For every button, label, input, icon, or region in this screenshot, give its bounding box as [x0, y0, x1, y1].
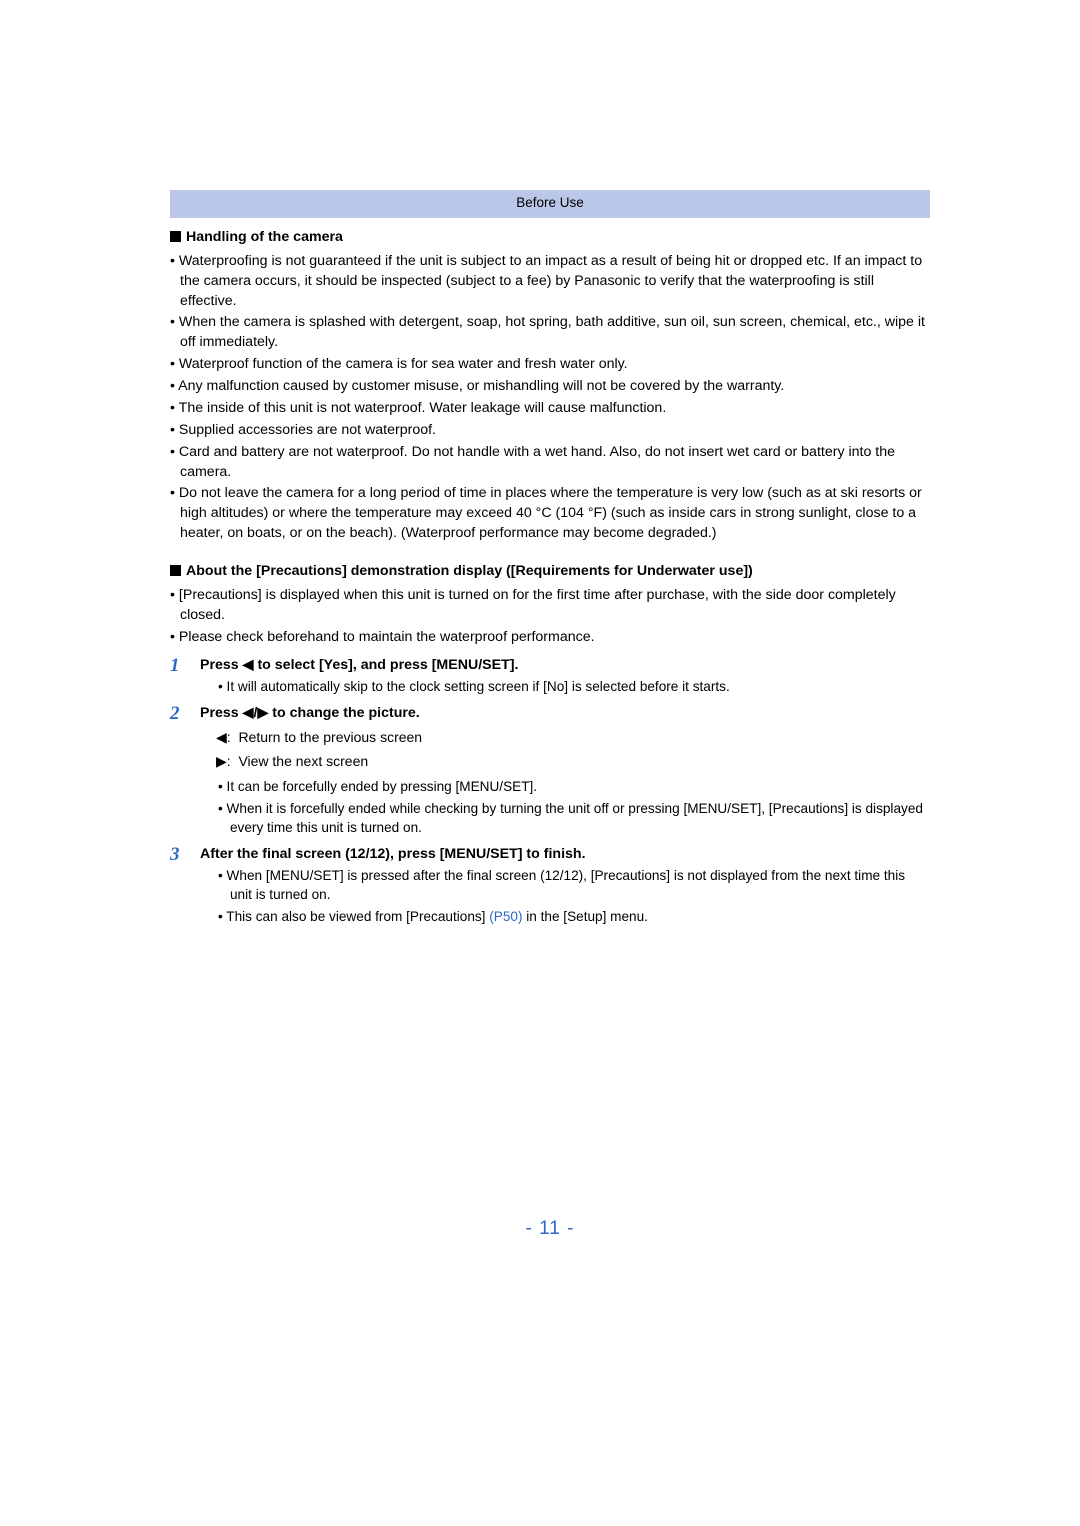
arrow-right-row: ▶: View the next screen	[216, 752, 930, 772]
text: This can also be viewed from [Precaution…	[226, 909, 489, 924]
step-title: After the final screen (12/12), press [M…	[200, 845, 930, 865]
list-item: It can be forcefully ended by pressing […	[218, 777, 930, 796]
step-number: 1	[170, 653, 180, 680]
step-2: 2 Press ◀/▶ to change the picture. ◀: Re…	[170, 704, 930, 836]
list-item: [Precautions] is displayed when this uni…	[170, 586, 930, 626]
list-item: Card and battery are not waterproof. Do …	[170, 443, 930, 483]
manual-page: Before Use Handling of the camera Waterp…	[0, 0, 1080, 1302]
step-number: 3	[170, 842, 180, 869]
heading-handling: Handling of the camera	[170, 228, 930, 248]
list-item: When [MENU/SET] is pressed after the fin…	[218, 866, 930, 904]
text: in the [Setup] menu.	[522, 909, 647, 924]
step-sub: It will automatically skip to the clock …	[200, 677, 930, 696]
step-sub: When [MENU/SET] is pressed after the fin…	[200, 866, 930, 925]
arrow-left-row: ◀: Return to the previous screen	[216, 728, 930, 748]
heading-text: About the [Precautions] demonstration di…	[186, 563, 753, 579]
step-sub: It can be forcefully ended by pressing […	[200, 777, 930, 836]
step-title: Press ◀/▶ to change the picture.	[200, 704, 930, 724]
page-number: - 11 -	[170, 1216, 930, 1243]
handling-bullets: Waterproofing is not guaranteed if the u…	[170, 252, 930, 544]
page-ref-link[interactable]: (P50)	[489, 909, 522, 924]
list-item: This can also be viewed from [Precaution…	[218, 907, 930, 926]
list-item: Waterproofing is not guaranteed if the u…	[170, 252, 930, 312]
heading-precautions: About the [Precautions] demonstration di…	[170, 562, 930, 582]
precautions-bullets: [Precautions] is displayed when this uni…	[170, 586, 930, 648]
step-title: Press ◀ to select [Yes], and press [MENU…	[200, 656, 930, 676]
list-item: When it is forcefully ended while checki…	[218, 799, 930, 837]
list-item: The inside of this unit is not waterproo…	[170, 399, 930, 419]
square-bullet-icon	[170, 231, 181, 242]
square-bullet-icon	[170, 565, 181, 576]
steps-list: 1 Press ◀ to select [Yes], and press [ME…	[170, 656, 930, 926]
step-1: 1 Press ◀ to select [Yes], and press [ME…	[170, 656, 930, 697]
list-item: Please check beforehand to maintain the …	[170, 628, 930, 648]
heading-text: Handling of the camera	[186, 229, 343, 245]
arrow-right-text: View the next screen	[238, 753, 368, 769]
step-3: 3 After the final screen (12/12), press …	[170, 845, 930, 926]
list-item: Any malfunction caused by customer misus…	[170, 377, 930, 397]
list-item: It will automatically skip to the clock …	[218, 677, 930, 696]
arrow-left-text: Return to the previous screen	[238, 729, 422, 745]
list-item: Supplied accessories are not waterproof.	[170, 421, 930, 441]
list-item: Waterproof function of the camera is for…	[170, 355, 930, 375]
step-number: 2	[170, 701, 180, 728]
list-item: When the camera is splashed with deterge…	[170, 313, 930, 353]
list-item: Do not leave the camera for a long perio…	[170, 484, 930, 544]
section-banner: Before Use	[170, 190, 930, 218]
